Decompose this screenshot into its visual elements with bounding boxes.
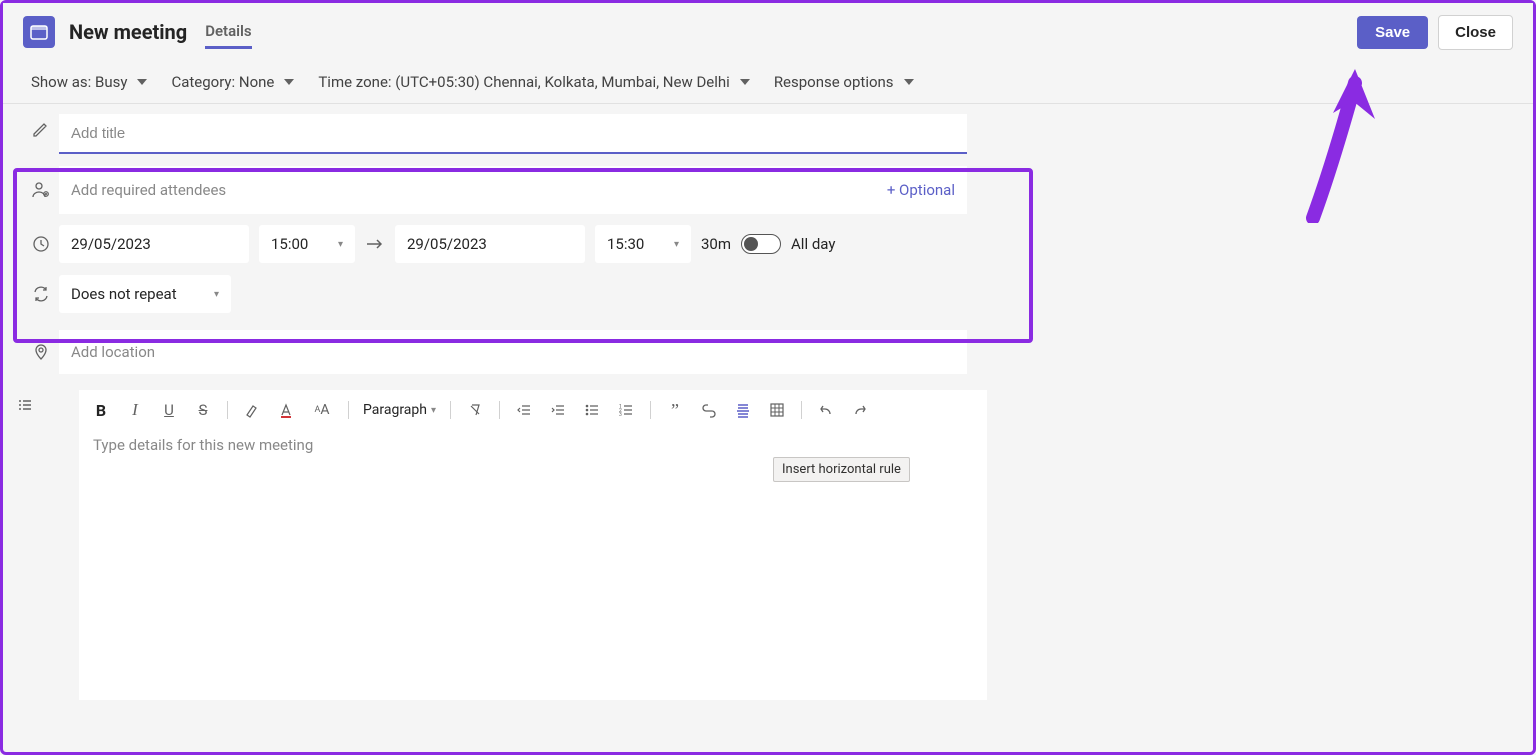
- bullet-list-button[interactable]: [582, 400, 602, 420]
- location-input[interactable]: Add location: [59, 330, 967, 374]
- divider: [650, 401, 651, 419]
- response-options-dropdown[interactable]: Response options: [774, 73, 914, 91]
- svg-text:3: 3: [619, 412, 622, 418]
- undo-button[interactable]: [816, 400, 836, 420]
- repeat-icon: [23, 275, 59, 303]
- start-time-field[interactable]: 15:00▾: [259, 225, 355, 263]
- tab-details[interactable]: Details: [205, 16, 251, 49]
- people-icon: [23, 168, 59, 200]
- save-button[interactable]: Save: [1357, 16, 1428, 49]
- numbered-list-button[interactable]: 123: [616, 400, 636, 420]
- divider: [499, 401, 500, 419]
- font-color-button[interactable]: [276, 400, 296, 420]
- pencil-icon: [23, 120, 59, 138]
- link-button[interactable]: [699, 400, 719, 420]
- outdent-button[interactable]: [514, 400, 534, 420]
- location-icon: [23, 327, 59, 361]
- clock-icon: [23, 225, 59, 253]
- strikethrough-button[interactable]: S: [193, 400, 213, 420]
- redo-button[interactable]: [850, 400, 870, 420]
- category-dropdown[interactable]: Category: None: [171, 73, 294, 91]
- divider: [227, 401, 228, 419]
- page-title: New meeting: [69, 20, 187, 44]
- divider: [450, 401, 451, 419]
- horizontal-rule-button[interactable]: [733, 400, 753, 420]
- font-size-button[interactable]: AA: [310, 400, 334, 420]
- description-icon: [7, 374, 43, 414]
- divider: [801, 401, 802, 419]
- table-button[interactable]: [767, 400, 787, 420]
- all-day-label: All day: [791, 235, 835, 253]
- duration-label: 30m: [701, 235, 731, 253]
- description-body[interactable]: Type details for this new meeting: [79, 430, 987, 460]
- close-button[interactable]: Close: [1438, 15, 1513, 50]
- calendar-icon: [23, 16, 55, 48]
- title-input[interactable]: [59, 114, 967, 154]
- attendees-input[interactable]: Add required attendees + Optional: [59, 166, 967, 214]
- start-date-field[interactable]: 29/05/2023: [59, 225, 249, 263]
- tooltip: Insert horizontal rule: [773, 457, 910, 482]
- italic-button[interactable]: I: [125, 400, 145, 420]
- paragraph-dropdown[interactable]: Paragraph▾: [363, 402, 436, 418]
- divider: [348, 401, 349, 419]
- editor-toolbar: B I U S AA Paragraph▾ 123 ”: [79, 390, 987, 430]
- highlight-button[interactable]: [242, 400, 262, 420]
- description-editor: B I U S AA Paragraph▾ 123 ”: [79, 390, 987, 700]
- timezone-dropdown[interactable]: Time zone: (UTC+05:30) Chennai, Kolkata,…: [318, 73, 749, 91]
- options-bar: Show as: Busy Category: None Time zone: …: [3, 61, 1533, 104]
- underline-button[interactable]: U: [159, 400, 179, 420]
- indent-button[interactable]: [548, 400, 568, 420]
- arrow-right-icon: [365, 237, 385, 251]
- all-day-toggle[interactable]: [741, 234, 781, 254]
- add-optional-link[interactable]: + Optional: [887, 181, 955, 199]
- show-as-dropdown[interactable]: Show as: Busy: [31, 73, 147, 91]
- header-bar: New meeting Details Save Close: [3, 3, 1533, 61]
- recurrence-dropdown[interactable]: Does not repeat▾: [59, 275, 231, 313]
- end-time-field[interactable]: 15:30▾: [595, 225, 691, 263]
- bold-button[interactable]: B: [91, 400, 111, 420]
- clear-formatting-button[interactable]: [465, 400, 485, 420]
- quote-button[interactable]: ”: [665, 400, 685, 420]
- end-date-field[interactable]: 29/05/2023: [395, 225, 585, 263]
